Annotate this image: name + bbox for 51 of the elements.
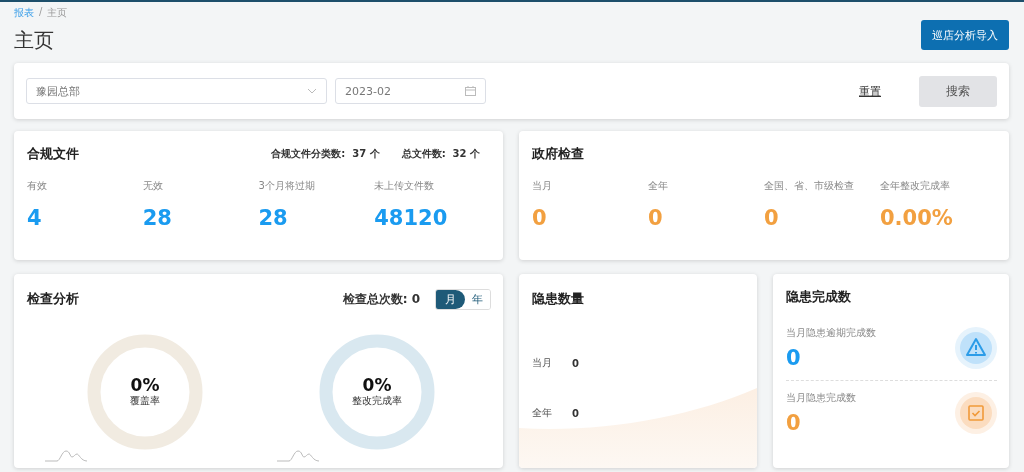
page-title: 主页 [14,27,55,54]
card-title: 隐患完成数 [786,288,852,306]
stat-label: 未上传文件数 [374,179,436,193]
stat-label: 有效 [27,179,48,193]
checkbox-icon [955,392,997,434]
stat-value: 0 [532,206,548,230]
mountain-icon [277,450,319,462]
stat-label: 全国、省、市级检查 [764,179,855,193]
row-value: 0 [572,357,579,369]
reset-button[interactable]: 重置 [853,82,887,100]
stat-value: 48120 [374,206,449,230]
gauge-value: 0% [130,375,160,395]
total-count: 检查总次数: 0 [342,290,420,308]
stat-label: 当月 [532,179,553,193]
stat-label: 全年 [648,179,669,193]
summary-text: 总文件数: 32 个 [401,147,480,161]
card-title: 隐患数量 [532,291,584,306]
gauge-label: 覆盖率 [130,394,160,409]
item-label: 当月隐患逾期完成数 [786,326,876,340]
card-title: 检查分析 [27,290,79,308]
search-button[interactable]: 搜索 [919,75,997,107]
store-select[interactable]: 豫园总部 [26,78,327,104]
period-option[interactable]: 月 [436,289,465,309]
stat-value: 0 [764,206,780,230]
card-title: 政府检查 [532,145,584,163]
gauge-label: 整改完成率 [352,394,402,409]
warning-icon [955,327,997,369]
stat-value: 0 [648,206,664,230]
stat-value: 28 [142,206,173,230]
chevron-down-icon [307,88,317,94]
row-label: 当月 [532,356,552,370]
item-value: 0 [786,346,802,370]
import-button[interactable]: 巡店分析导入 [921,20,1009,50]
stat-label: 无效 [142,179,164,193]
item-label: 当月隐患完成数 [786,391,856,405]
gauge-value: 0% [362,375,392,395]
breadcrumb-separator: / [39,6,43,19]
card-title: 合规文件 [27,145,79,163]
month-picker[interactable]: 2023-02 [335,78,486,104]
calendar-icon [465,86,476,96]
stat-label: 3个月将过期 [258,179,316,193]
breadcrumb-current: 主页 [47,6,68,20]
stat-value: 28 [258,206,289,230]
mountain-icon [45,450,87,462]
stat-value: 0.00% [880,206,954,230]
item-value: 0 [786,411,802,435]
row-label: 全年 [532,406,552,420]
stat-value: 4 [27,206,43,230]
row-value: 0 [572,407,579,419]
summary-text: 合规文件分类数: 37 个 [271,147,380,161]
stat-label: 全年整改完成率 [880,179,951,193]
